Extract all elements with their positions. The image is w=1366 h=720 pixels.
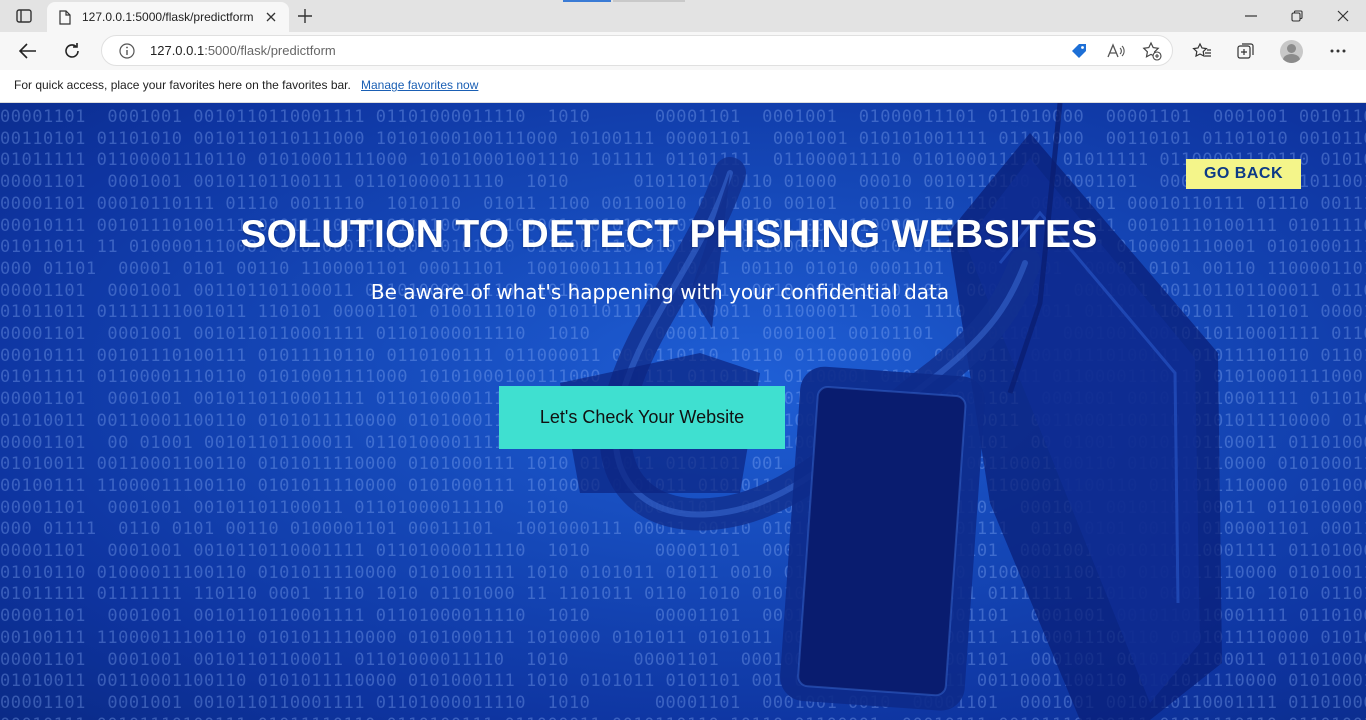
tab-strip: 127.0.0.1:5000/flask/predictform <box>0 0 1366 32</box>
browser-tab[interactable]: 127.0.0.1:5000/flask/predictform <box>47 2 289 32</box>
page-subtitle: Be aware of what's happening with your c… <box>370 280 950 304</box>
close-window-icon[interactable] <box>1328 6 1358 26</box>
favorites-icon[interactable] <box>1188 37 1216 65</box>
tab-actions-icon[interactable] <box>10 6 38 26</box>
go-back-button[interactable]: GO BACK <box>1186 159 1301 189</box>
window-accent-secondary <box>613 0 685 2</box>
url-path: :5000/flask/predictform <box>204 43 336 58</box>
hero-section: 00001101 0001001 0010110110001111 011010… <box>0 103 1366 720</box>
restore-icon[interactable] <box>1282 6 1312 26</box>
profile-avatar[interactable] <box>1280 40 1303 63</box>
star-plus-icon[interactable] <box>1141 41 1163 61</box>
url-text[interactable]: 127.0.0.1:5000/flask/predictform <box>150 43 336 58</box>
favorites-bar: For quick access, place your favorites h… <box>0 70 1366 103</box>
browser-toolbar: 127.0.0.1:5000/flask/predictform <box>0 32 1366 70</box>
info-icon[interactable] <box>118 42 136 60</box>
manage-favorites-link[interactable]: Manage favorites now <box>361 78 478 92</box>
plus-icon[interactable] <box>294 6 316 26</box>
more-icon[interactable] <box>1324 37 1352 65</box>
read-aloud-icon[interactable] <box>1105 41 1127 61</box>
back-arrow-icon[interactable] <box>14 37 42 65</box>
tag-icon[interactable] <box>1068 41 1090 61</box>
address-bar[interactable]: 127.0.0.1:5000/flask/predictform <box>101 35 1173 66</box>
page-icon <box>59 9 73 25</box>
minimize-icon[interactable] <box>1236 6 1266 26</box>
window-accent <box>563 0 611 2</box>
refresh-icon[interactable] <box>58 37 86 65</box>
collections-icon[interactable] <box>1232 37 1260 65</box>
check-website-button[interactable]: Let's Check Your Website <box>499 386 785 449</box>
url-host: 127.0.0.1 <box>150 43 205 58</box>
tab-title: 127.0.0.1:5000/flask/predictform <box>82 10 254 24</box>
close-icon[interactable] <box>263 9 279 25</box>
page-title: SOLUTION TO DETECT PHISHING WEBSITES <box>240 213 1098 256</box>
favorites-bar-message: For quick access, place your favorites h… <box>14 78 351 92</box>
